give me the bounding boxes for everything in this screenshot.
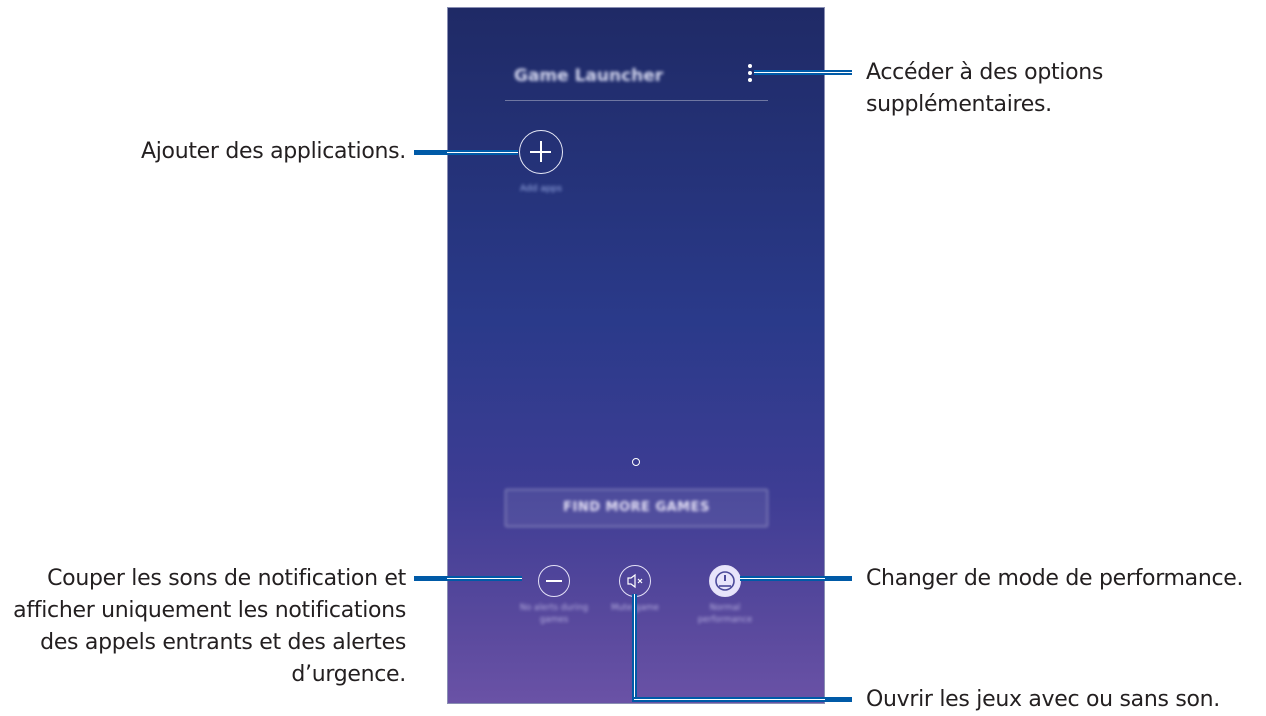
speedometer-icon[interactable] [709,565,741,597]
minus-circle-icon[interactable] [538,565,570,597]
more-options-icon[interactable] [747,64,753,84]
callout-line-highlight [754,72,852,73]
callout-add-apps: Ajouter des applications. [140,139,406,164]
performance-label: Normal performance [697,603,753,625]
callout-line-highlight [740,578,825,579]
callout-more-options: Accéder à des options supplémentaires. [866,60,1104,117]
no-alerts-label: No alerts during games [519,603,589,625]
callout-no-alerts: Couper les sons de notification et affic… [13,566,406,687]
callout-line-highlight [447,578,522,579]
header-divider [505,100,768,101]
add-apps-button[interactable] [519,130,563,174]
callout-mute: Ouvrir les jeux avec ou sans son. [866,687,1221,712]
callout-line-highlight [447,152,518,153]
speaker-mute-icon[interactable] [619,565,651,597]
callout-performance: Changer de mode de performance. [866,566,1244,591]
app-title: Game Launcher [514,66,664,86]
add-apps-label: Add apps [520,184,562,194]
callout-line-highlight [634,594,635,700]
find-more-games-button[interactable]: FIND MORE GAMES [505,489,768,527]
callout-line-highlight [634,699,825,700]
page-indicator [632,458,640,466]
